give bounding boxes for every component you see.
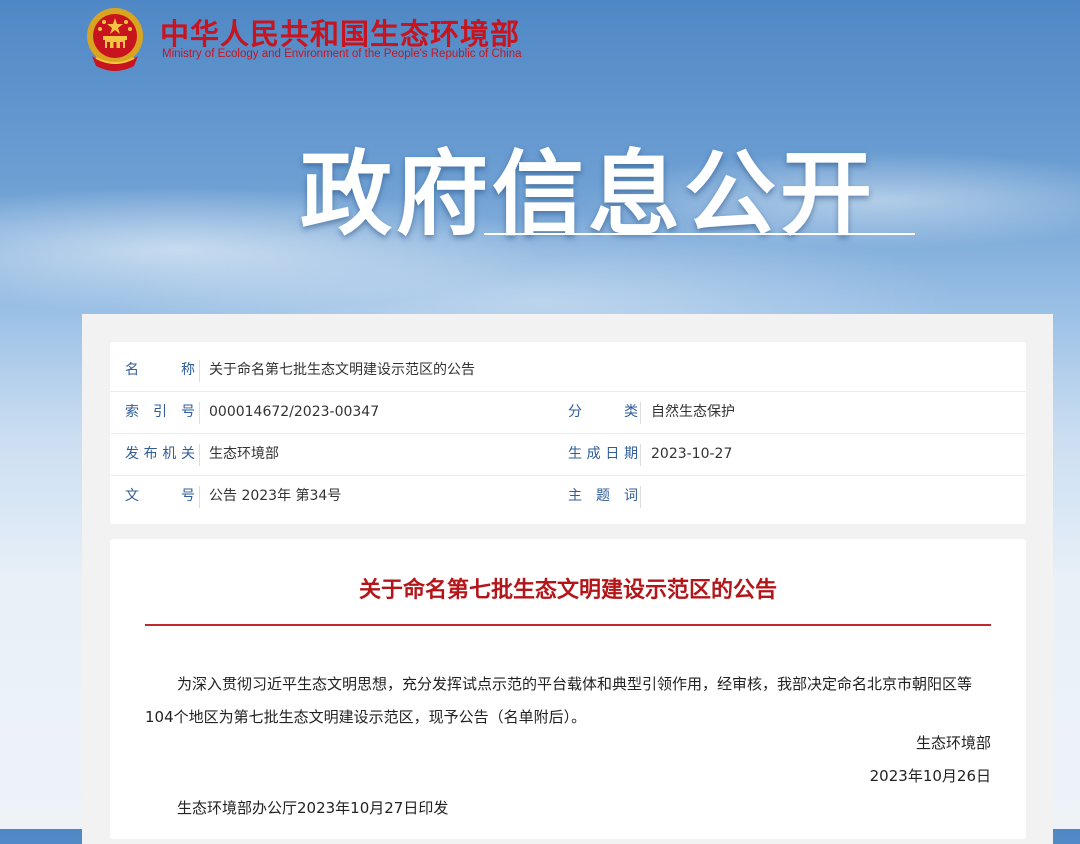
- divider: [199, 486, 200, 508]
- divider: [199, 402, 200, 424]
- meta-row-issuer: 发布机关 生态环境部 生成日期 2023-10-27: [110, 434, 1026, 476]
- divider: [199, 360, 200, 382]
- issuer-value: 生态环境部: [209, 446, 279, 462]
- document-title: 关于命名第七批生态文明建设示范区的公告: [358, 578, 777, 603]
- name-value: 关于命名第七批生态文明建设示范区的公告: [209, 362, 475, 378]
- category-label: 分 类: [568, 404, 638, 420]
- divider: [640, 444, 641, 466]
- divider: [640, 402, 641, 424]
- docno-value: 公告 2023年 第34号: [209, 488, 342, 504]
- site-name-en[interactable]: Ministry of Ecology and Environment of t…: [162, 48, 522, 60]
- issued-note: 生态环境部办公厅2023年10月27日印发: [177, 799, 449, 817]
- date-value: 2023-10-27: [651, 446, 733, 462]
- docno-label: 文 号: [125, 488, 195, 504]
- subject-label: 主 题 词: [568, 488, 638, 504]
- divider: [199, 444, 200, 466]
- meta-row-docno: 文 号 公告 2023年 第34号 主 题 词: [110, 476, 1026, 517]
- signature-org: 生态环境部: [915, 734, 991, 752]
- index-value: 000014672/2023-00347: [209, 404, 380, 420]
- document-paragraph: 为深入贯彻习近平生态文明思想，充分发挥试点示范的平台载体和典型引领作用，经审核，…: [145, 675, 973, 726]
- signature-date: 2023年10月26日: [869, 767, 991, 785]
- category-value: 自然生态保护: [651, 404, 735, 420]
- banner-divider: [484, 233, 915, 235]
- name-label: 名 称: [125, 362, 195, 378]
- divider: [640, 486, 641, 508]
- issuer-label: 发布机关: [125, 446, 195, 462]
- document-body: 关于命名第七批生态文明建设示范区的公告 为深入贯彻习近平生态文明思想，充分发挥试…: [110, 539, 1026, 839]
- document-metadata-table: 名 称 关于命名第七批生态文明建设示范区的公告 索 引 号 000014672/…: [110, 342, 1026, 524]
- index-label: 索 引 号: [125, 404, 195, 420]
- meta-row-index: 索 引 号 000014672/2023-00347 分 类 自然生态保护: [110, 392, 1026, 434]
- date-label: 生成日期: [568, 446, 638, 462]
- title-divider: [145, 624, 991, 626]
- meta-row-name: 名 称 关于命名第七批生态文明建设示范区的公告: [110, 350, 1026, 392]
- national-emblem-icon[interactable]: [84, 6, 146, 72]
- site-name-cn[interactable]: 中华人民共和国生态环境部: [160, 11, 520, 53]
